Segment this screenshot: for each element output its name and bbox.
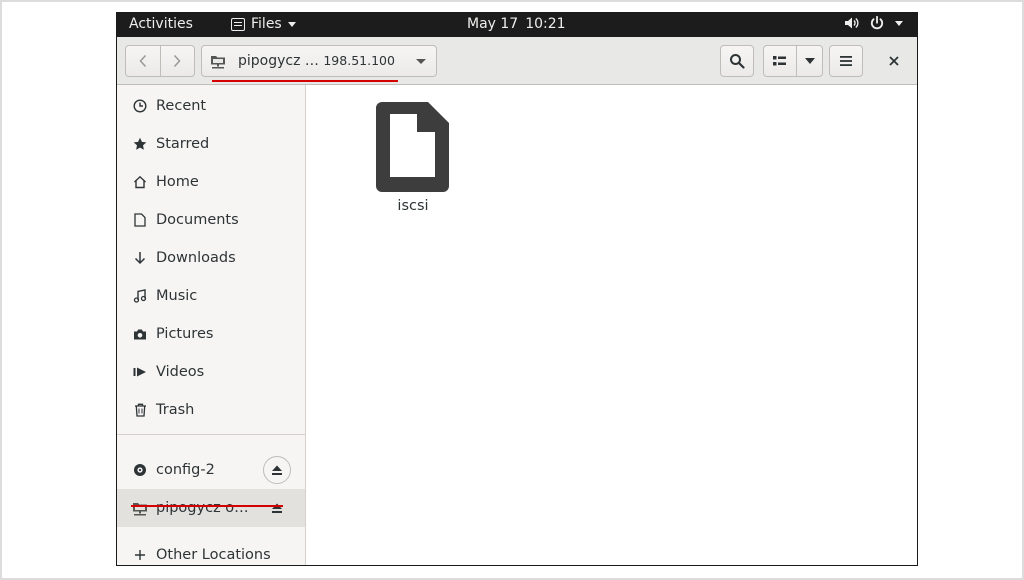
navigation-buttons xyxy=(125,45,195,77)
sidebar-item-label: Home xyxy=(156,174,199,190)
files-app-icon xyxy=(231,17,245,31)
view-mode-buttons xyxy=(763,45,823,77)
home-icon xyxy=(132,174,148,190)
power-icon xyxy=(869,15,885,31)
sidebar-separator xyxy=(117,434,305,435)
back-button[interactable] xyxy=(126,46,160,76)
chevron-left-icon xyxy=(139,54,147,68)
activities-button[interactable]: Activities xyxy=(129,16,193,32)
path-bar-button[interactable]: pipogycz … 198.51.100 xyxy=(201,45,437,82)
star-icon xyxy=(132,136,148,152)
sidebar-item-label: config-2 xyxy=(156,462,215,478)
sidebar-item-documents[interactable]: Documents xyxy=(117,201,305,239)
video-icon xyxy=(132,364,148,380)
list-view-button[interactable] xyxy=(764,46,796,76)
clock[interactable]: May 17 10:21 xyxy=(467,16,566,32)
plus-icon xyxy=(132,547,148,563)
sidebar-item-label: Other Locations xyxy=(156,547,271,563)
places-sidebar: Recent Starred Home Documents Downloads … xyxy=(117,85,306,565)
sidebar-item-label: Music xyxy=(156,288,198,304)
download-icon xyxy=(132,250,148,266)
clock-time: 10:21 xyxy=(525,16,566,32)
path-bar-label: pipogycz … 198.51.100 xyxy=(238,53,395,69)
sidebar-item-label: Recent xyxy=(156,98,207,114)
close-window-button[interactable] xyxy=(877,45,911,77)
sidebar-item-label: Downloads xyxy=(156,250,236,266)
sidebar-item-network-share[interactable]: pipogycz o… xyxy=(117,489,305,527)
sidebar-item-label: Trash xyxy=(156,402,195,418)
system-top-bar: Activities Files May 17 10:21 xyxy=(117,13,917,37)
path-dropdown-icon xyxy=(416,59,426,64)
system-menu-arrow-icon xyxy=(895,20,903,26)
sidebar-item-videos[interactable]: Videos xyxy=(117,353,305,391)
main-menu-button[interactable] xyxy=(829,45,863,77)
sidebar-item-recent[interactable]: Recent xyxy=(117,87,305,125)
search-button[interactable] xyxy=(720,45,754,77)
sidebar-item-label: Starred xyxy=(156,136,210,152)
chevron-right-icon xyxy=(174,54,181,68)
network-folder-icon xyxy=(132,500,148,516)
view-options-button[interactable] xyxy=(796,46,822,76)
sidebar-item-starred[interactable]: Starred xyxy=(117,125,305,163)
forward-button[interactable] xyxy=(159,46,194,76)
sidebar-item-pictures[interactable]: Pictures xyxy=(117,315,305,353)
disc-icon xyxy=(132,462,148,478)
hamburger-menu-icon xyxy=(840,56,852,66)
system-tray[interactable] xyxy=(843,15,903,31)
clock-icon xyxy=(132,98,148,114)
path-name: pipogycz … xyxy=(238,53,319,69)
sidebar-item-downloads[interactable]: Downloads xyxy=(117,239,305,277)
chevron-down-icon xyxy=(804,58,815,64)
trash-icon xyxy=(132,402,148,418)
sidebar-highlight-underline xyxy=(131,505,283,507)
sidebar-item-music[interactable]: Music xyxy=(117,277,305,315)
app-menu-arrow-icon xyxy=(287,21,296,27)
app-menu[interactable]: Files xyxy=(231,16,296,32)
sidebar-item-home[interactable]: Home xyxy=(117,163,305,201)
document-icon xyxy=(132,212,148,228)
list-view-icon xyxy=(773,56,786,66)
sidebar-item-label: Documents xyxy=(156,212,239,228)
camera-icon xyxy=(132,326,148,342)
path-ip: 198.51.100 xyxy=(323,53,395,68)
files-window: Activities Files May 17 10:21 pipogycz …… xyxy=(116,12,918,566)
network-folder-icon xyxy=(211,56,225,69)
path-highlight-underline xyxy=(212,80,398,82)
eject-button[interactable] xyxy=(269,500,285,516)
music-icon xyxy=(132,288,148,304)
header-bar: pipogycz … 198.51.100 xyxy=(117,37,917,85)
eject-button[interactable] xyxy=(263,456,291,484)
sidebar-item-config-2[interactable]: config-2 xyxy=(117,451,305,489)
file-name: iscsi xyxy=(397,198,429,214)
sidebar-item-label: pipogycz o… xyxy=(156,500,249,516)
search-icon xyxy=(730,54,745,69)
sidebar-item-other-locations[interactable]: Other Locations xyxy=(117,536,305,565)
sidebar-item-label: Pictures xyxy=(156,326,214,342)
close-icon xyxy=(889,56,899,66)
eject-icon xyxy=(272,465,282,475)
volume-icon xyxy=(843,15,859,31)
sidebar-item-label: Videos xyxy=(156,364,205,380)
file-view: iscsi xyxy=(306,85,917,565)
app-menu-label: Files xyxy=(251,16,282,32)
clock-date: May 17 xyxy=(467,16,519,32)
generic-file-icon xyxy=(376,102,449,192)
file-item[interactable]: iscsi xyxy=(376,101,450,214)
sidebar-item-trash[interactable]: Trash xyxy=(117,391,305,429)
